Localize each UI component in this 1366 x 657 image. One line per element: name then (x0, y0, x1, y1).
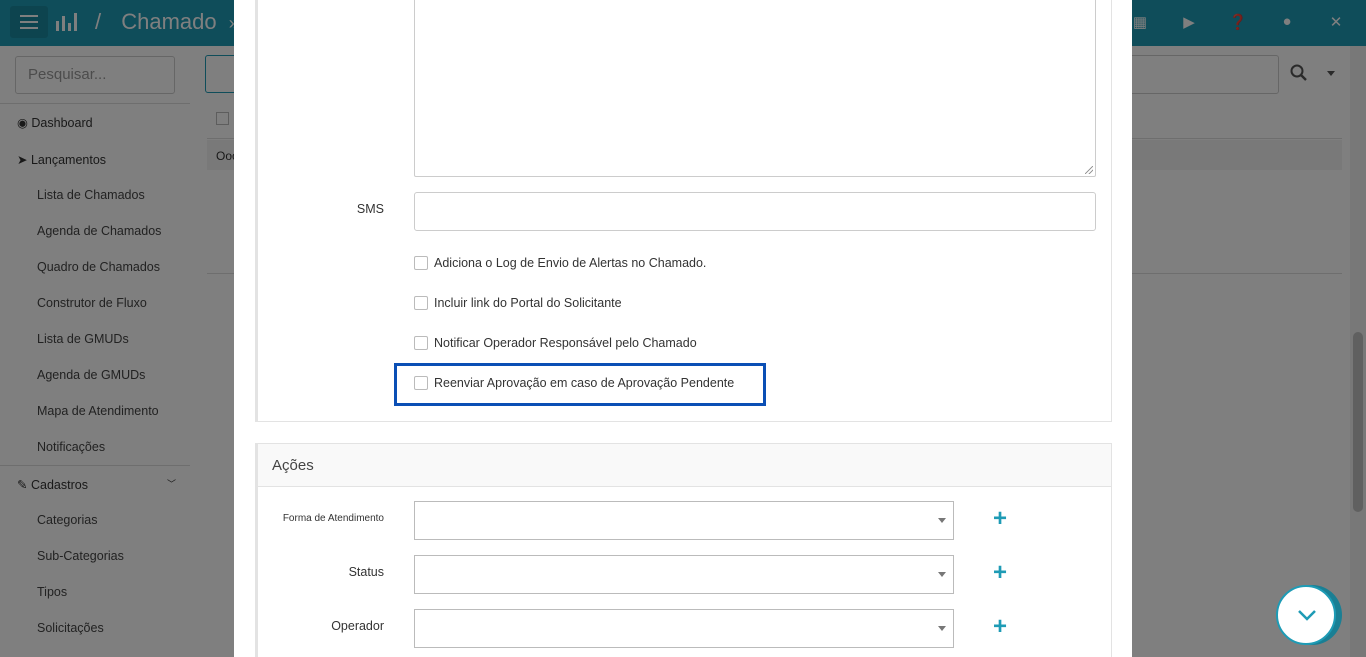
checkbox-label: Adiciona o Log de Envio de Alertas no Ch… (434, 256, 707, 270)
add-forma-button[interactable]: + (993, 507, 1007, 531)
chevron-down-icon (1298, 610, 1316, 621)
operador-select[interactable] (414, 609, 954, 648)
panel-header: Ações (258, 444, 1111, 487)
add-status-button[interactable]: + (993, 561, 1007, 585)
status-label: Status (348, 565, 384, 579)
checkbox-log-alertas[interactable]: Adiciona o Log de Envio de Alertas no Ch… (414, 256, 706, 270)
forma-atendimento-select[interactable] (414, 501, 954, 540)
checkbox-label: Notificar Operador Responsável pelo Cham… (434, 336, 697, 350)
add-operador-button[interactable]: + (993, 615, 1007, 639)
forma-atendimento-label: Forma de Atendimento (282, 513, 384, 524)
operador-label: Operador (331, 619, 384, 633)
scroll-down-button[interactable] (1276, 585, 1336, 645)
status-select[interactable] (414, 555, 954, 594)
sms-label: SMS (356, 202, 384, 216)
checkbox[interactable] (414, 336, 428, 350)
message-textarea[interactable] (414, 0, 1096, 177)
checkbox-link-portal[interactable]: Incluir link do Portal do Solicitante (414, 296, 622, 310)
panel-title: Ações (272, 457, 314, 474)
checkbox[interactable] (414, 296, 428, 310)
checkbox-notificar-operador[interactable]: Notificar Operador Responsável pelo Cham… (414, 336, 697, 350)
checkbox-label: Incluir link do Portal do Solicitante (434, 296, 622, 310)
caret-down-icon (938, 626, 946, 631)
caret-down-icon (938, 518, 946, 523)
caret-down-icon (938, 572, 946, 577)
sms-input[interactable] (414, 192, 1096, 231)
resize-handle[interactable] (1085, 166, 1093, 174)
highlight-box (394, 363, 766, 406)
checkbox[interactable] (414, 256, 428, 270)
